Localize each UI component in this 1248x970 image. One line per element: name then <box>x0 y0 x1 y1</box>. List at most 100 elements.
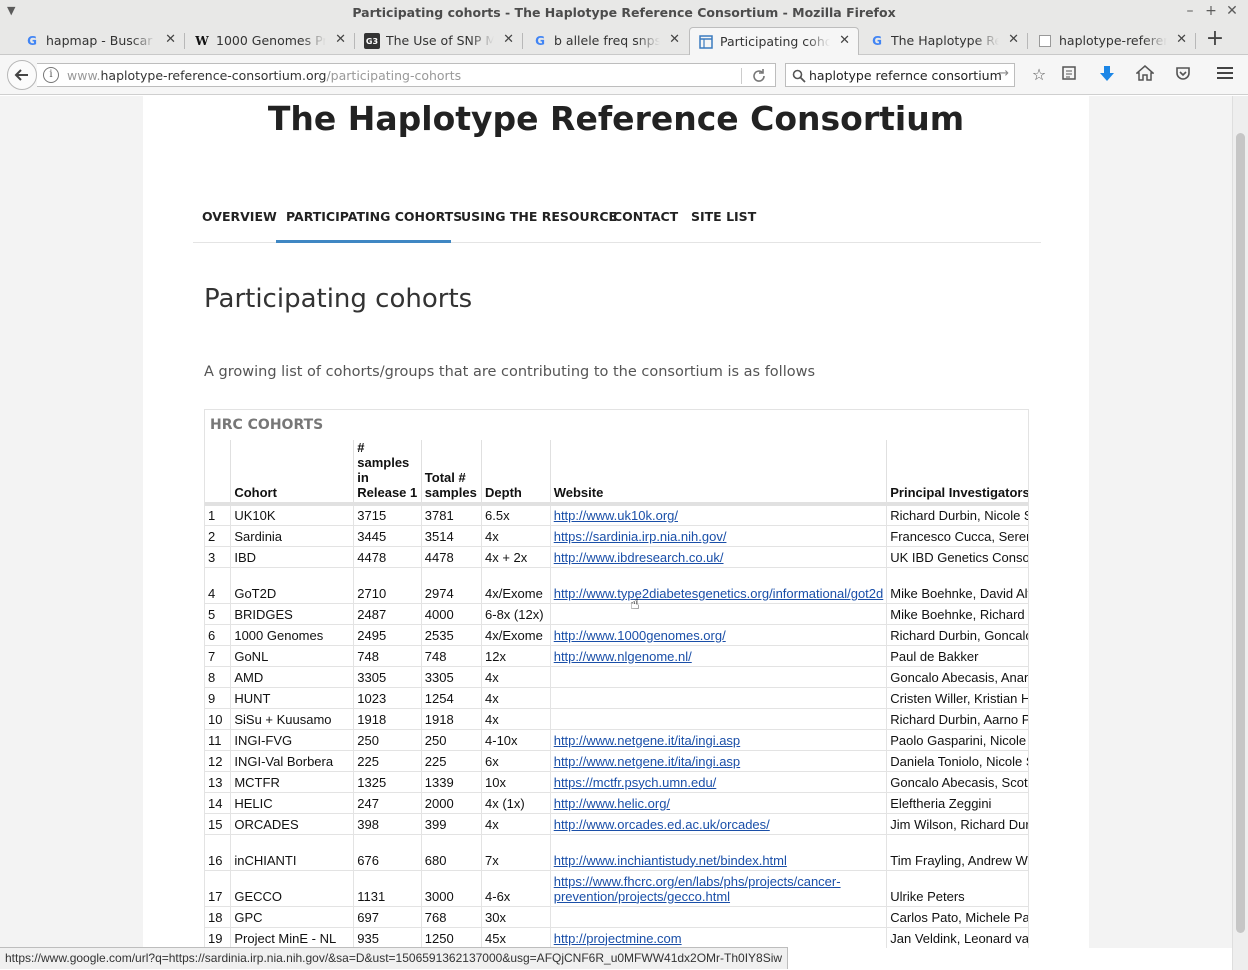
bookmark-star-icon[interactable]: ☆ <box>1028 65 1050 85</box>
close-icon[interactable]: ✕ <box>335 32 346 47</box>
website-link[interactable]: http://www.orcades.ed.ac.uk/orcades/ <box>554 817 770 832</box>
reading-list-icon[interactable] <box>1058 65 1080 85</box>
depth: 4x + 2x <box>485 549 528 565</box>
samples-release1: 676 <box>357 852 379 868</box>
website-link[interactable]: http://www.netgene.it/ita/ingi.asp <box>554 733 740 748</box>
cohort-name: GoNL <box>234 648 269 664</box>
website-link[interactable]: http://www.nlgenome.nl/ <box>554 649 692 664</box>
website-link[interactable]: http://www.type2diabetesgenetics.org/inf… <box>554 586 884 601</box>
website-link[interactable]: http://www.helic.org/ <box>554 796 670 811</box>
total-samples: 1918 <box>424 711 454 727</box>
close-icon[interactable]: ✕ <box>1008 32 1019 47</box>
close-icon[interactable]: ✕ <box>839 33 850 48</box>
website-link[interactable]: http://www.inchiantistudy.net/bindex.htm… <box>554 853 787 868</box>
website-cell <box>550 666 888 688</box>
website-cell: https://sardinia.irp.nia.nih.gov/ <box>550 525 888 547</box>
row-index-cell: 9 <box>205 687 232 709</box>
total-samples: 399 <box>424 816 447 832</box>
website-cell: http://www.orcades.ed.ac.uk/orcades/ <box>550 813 888 835</box>
close-icon[interactable]: ✕ <box>1176 32 1187 47</box>
download-icon[interactable] <box>1096 65 1118 85</box>
website-link[interactable]: https://www.fhcrc.org/en/labs/phs/projec… <box>554 874 841 904</box>
menu-hamburger-icon[interactable] <box>1214 65 1236 85</box>
close-icon[interactable]: ✕ <box>165 32 176 47</box>
samples-release1: 3715 <box>357 507 387 523</box>
website-link[interactable]: http://www.1000genomes.org/ <box>554 628 726 643</box>
close-icon[interactable]: ✕ <box>503 32 514 47</box>
column-header-samples-release1: # samples in Release 1 <box>353 440 422 504</box>
page-viewport: The Haplotype Reference Consortium OVERV… <box>0 96 1232 948</box>
cohort-name: GPC <box>234 909 263 925</box>
principal-investigators: Cristen Willer, Kristian Hveem <box>890 690 1028 706</box>
depth: 4x <box>485 690 499 706</box>
cohort-name: 1000 Genomes <box>234 627 324 643</box>
back-button[interactable] <box>7 60 37 90</box>
principal-investigators-cell: Goncalo Abecasis, Anand Swaroop <box>886 666 1028 688</box>
website-link[interactable]: http://projectmine.com <box>554 931 682 946</box>
total-samples: 3781 <box>424 507 454 523</box>
address-bar[interactable]: i www.haplotype-reference-consortium.org… <box>37 63 776 87</box>
total-samples: 680 <box>424 852 447 868</box>
pocket-icon[interactable] <box>1172 65 1194 85</box>
search-input[interactable]: haplotype refernce consortium <box>809 68 1002 83</box>
total-samples-cell: 1339 <box>421 771 483 793</box>
minimize-button[interactable]: – <box>1180 3 1200 21</box>
tab-haplotype-reference[interactable]: haplotype-reference ✕ <box>1029 27 1195 55</box>
nav-contact[interactable]: CONTACT <box>613 209 678 224</box>
website-link[interactable]: http://www.ibdresearch.co.uk/ <box>554 550 724 565</box>
tab-haplotype-google[interactable]: G The Haplotype Refe ✕ <box>861 27 1027 55</box>
home-icon[interactable] <box>1134 65 1156 85</box>
principal-investigators-cell: Francesco Cucca, Serena Sanna <box>886 525 1028 547</box>
row-index-cell: 13 <box>205 771 232 793</box>
search-go-icon[interactable]: → <box>998 66 1009 81</box>
cohort-name: INGI-FVG <box>234 732 293 748</box>
principal-investigators-cell: Daniela Toniolo, Nicole Soranzo <box>886 750 1028 772</box>
website-link[interactable]: http://www.uk10k.org/ <box>554 508 678 523</box>
tab-1000-genomes[interactable]: W 1000 Genomes Proj ✕ <box>186 27 354 55</box>
website-link[interactable]: https://sardinia.irp.nia.nih.gov/ <box>554 529 727 544</box>
column-header-index <box>205 440 232 504</box>
principal-investigators: Goncalo Abecasis, Scott Vrieze <box>890 774 1029 790</box>
cohort-name-cell: BRIDGES <box>230 603 355 625</box>
cohort-name-cell: GECCO <box>230 870 355 907</box>
website-cell: http://projectmine.com <box>550 927 888 948</box>
row-index-cell: 6 <box>205 624 232 646</box>
tab-snp-markers[interactable]: G3 The Use of SNP Mar ✕ <box>356 27 522 55</box>
active-nav-underline <box>276 240 451 243</box>
search-bar[interactable]: haplotype refernce consortium → <box>785 63 1015 87</box>
reload-icon[interactable] <box>751 65 767 88</box>
tab-b-allele[interactable]: G b allele freq snps - B ✕ <box>524 27 688 55</box>
total-samples-cell: 768 <box>421 906 483 928</box>
nav-using-the-resource[interactable]: USING THE RESOURCE <box>461 209 617 224</box>
row-index: 13 <box>208 774 223 790</box>
depth: 4x (1x) <box>485 795 525 811</box>
website-link[interactable]: http://www.netgene.it/ita/ingi.asp <box>554 754 740 769</box>
depth-cell: 4x <box>481 666 551 688</box>
nav-site-list[interactable]: SITE LIST <box>691 209 756 224</box>
table-row: 2 Sardinia 3445 3514 4x https://sardinia.irp.… <box>205 525 1028 547</box>
principal-investigators-cell: Ulrike Peters <box>886 870 1028 907</box>
nav-participating-cohorts[interactable]: PARTICIPATING COHORTS <box>286 209 462 224</box>
depth: 12x <box>485 648 506 664</box>
nav-overview[interactable]: OVERVIEW <box>202 209 277 224</box>
close-window-button[interactable]: ✕ <box>1222 3 1242 21</box>
depth-cell: 12x <box>481 645 551 667</box>
vertical-scrollbar[interactable] <box>1232 96 1248 970</box>
close-icon[interactable]: ✕ <box>669 32 680 47</box>
cohort-name-cell: MCTFR <box>230 771 355 793</box>
principal-investigators: Mike Boehnke, Richard Myers <box>890 606 1028 622</box>
website-cell: http://www.type2diabetesgenetics.org/inf… <box>550 567 888 604</box>
total-samples: 2974 <box>424 585 454 601</box>
website-link[interactable]: https://mctfr.psych.umn.edu/ <box>554 775 717 790</box>
tab-hapmap[interactable]: G hapmap - Buscar co ✕ <box>16 27 184 55</box>
maximize-button[interactable]: + <box>1201 3 1221 21</box>
site-title[interactable]: The Haplotype Reference Consortium <box>143 99 1089 138</box>
info-icon[interactable]: i <box>43 67 59 83</box>
new-tab-button[interactable]: + <box>1203 28 1227 52</box>
url-text[interactable]: www.haplotype-reference-consortium.org/p… <box>67 68 461 83</box>
tab-participating-cohorts[interactable]: Participating cohorts ✕ <box>689 27 859 55</box>
total-samples: 748 <box>424 648 447 664</box>
depth: 4x/Exome <box>485 627 543 643</box>
scrollbar-thumb[interactable] <box>1236 133 1245 933</box>
principal-investigators-cell: Carlos Pato, Michele Pato <box>886 906 1028 928</box>
